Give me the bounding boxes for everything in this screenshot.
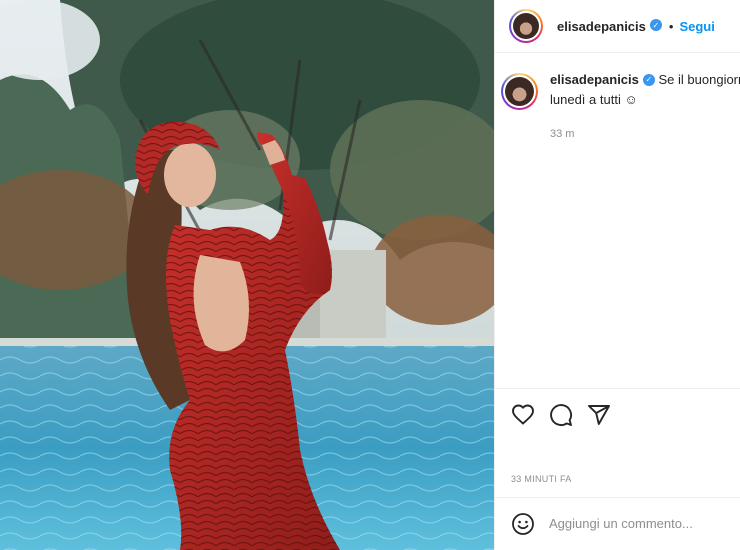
caption-line-1: Se il buongiorno <box>658 72 740 87</box>
caption-line-2: lunedì a tutti ☺ <box>550 92 638 107</box>
comment-box[interactable]: Aggiungi un commento... <box>495 497 740 549</box>
post-photo[interactable] <box>0 0 494 550</box>
verified-badge-icon: ✓ <box>642 73 655 86</box>
share-icon[interactable] <box>587 403 611 427</box>
post-timestamp: 33 MINUTI FA <box>511 474 572 484</box>
verified-badge-icon: ✓ <box>649 19 662 31</box>
post-sidebar: elisadepanicis ✓ • Segui elisadepanicis ✓… <box>494 0 740 550</box>
caption-username[interactable]: elisadepanicis <box>550 72 639 87</box>
action-bar: 33 MINUTI FA Aggiungi un commento... <box>495 388 740 548</box>
heart-icon[interactable] <box>511 403 535 427</box>
post-header: elisadepanicis ✓ • Segui <box>495 0 740 53</box>
comment-icon[interactable] <box>549 403 573 427</box>
username[interactable]: elisadepanicis <box>557 19 646 34</box>
caption-time: 33 m <box>550 128 575 140</box>
avatar[interactable] <box>509 9 543 43</box>
separator-dot: • <box>668 18 674 34</box>
emoji-icon[interactable] <box>511 512 535 536</box>
caption: elisadepanicis✓ Se il buongiorno lunedì … <box>495 70 740 110</box>
comment-input[interactable]: Aggiungi un commento... <box>549 516 693 531</box>
follow-button[interactable]: Segui <box>679 19 714 34</box>
caption-text: elisadepanicis✓ Se il buongiorno lunedì … <box>550 70 740 110</box>
photo-image <box>0 0 494 550</box>
caption-avatar[interactable] <box>501 73 538 110</box>
